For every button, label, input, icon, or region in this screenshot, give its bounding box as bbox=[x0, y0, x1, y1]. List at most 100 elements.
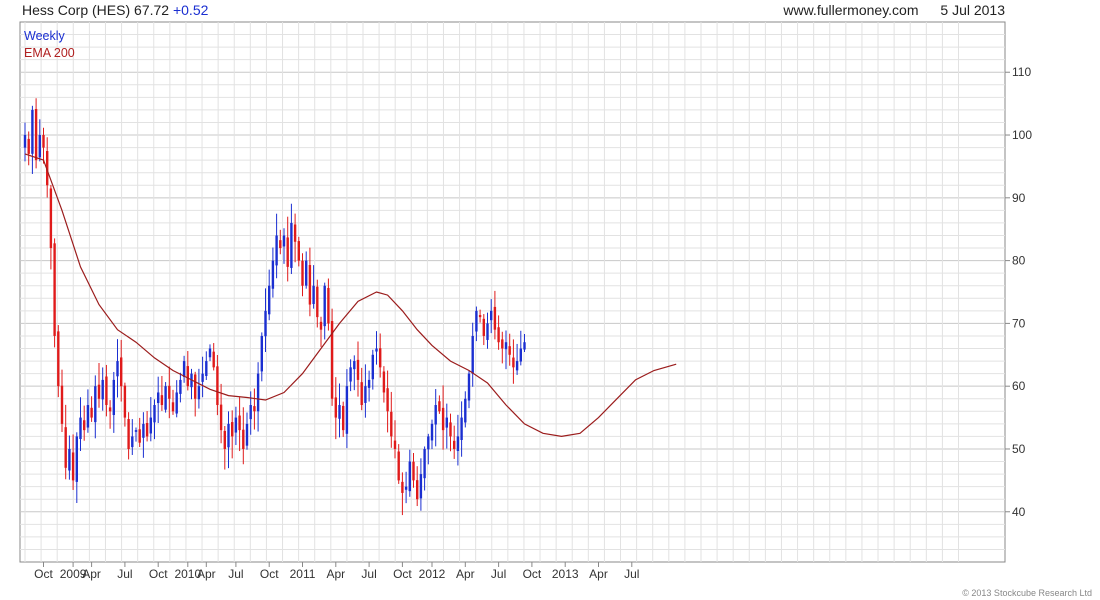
candle-body bbox=[493, 306, 497, 330]
x-tick-label: Jul bbox=[228, 567, 243, 581]
candle-body bbox=[38, 135, 41, 158]
candle-body bbox=[42, 135, 45, 148]
x-tick-label: Oct bbox=[34, 567, 53, 581]
candle-body bbox=[97, 384, 101, 399]
candle-body bbox=[23, 135, 27, 148]
candle-body bbox=[482, 318, 485, 336]
candle-body bbox=[101, 379, 104, 400]
candle-body bbox=[438, 401, 441, 412]
candle-body bbox=[515, 361, 519, 371]
candle-body bbox=[238, 415, 241, 431]
candle-body bbox=[353, 361, 356, 370]
y-tick-label: 110 bbox=[1012, 65, 1031, 79]
candle-body bbox=[71, 452, 75, 481]
candle-body bbox=[153, 405, 156, 423]
candle-body bbox=[404, 486, 408, 490]
candle-body bbox=[68, 448, 71, 471]
candle-body bbox=[201, 373, 204, 382]
candle-body bbox=[401, 481, 404, 493]
candle-body bbox=[216, 366, 219, 406]
candle-body bbox=[486, 323, 489, 340]
candle-body bbox=[360, 382, 363, 406]
candle-body bbox=[349, 367, 352, 382]
x-tick-label: Oct bbox=[523, 567, 542, 581]
x-tick-label: Apr bbox=[197, 567, 216, 581]
x-tick-label: Oct bbox=[393, 567, 412, 581]
y-tick-label: 60 bbox=[1012, 379, 1026, 393]
candle-body bbox=[60, 385, 64, 424]
candle-body bbox=[290, 222, 293, 268]
candle-body bbox=[105, 376, 108, 406]
candle-body bbox=[490, 310, 493, 321]
candle-body bbox=[393, 440, 397, 449]
candle-body bbox=[497, 327, 500, 343]
candle-body bbox=[79, 417, 82, 440]
candle-body bbox=[138, 429, 141, 443]
candle-body bbox=[116, 361, 119, 377]
candle-body bbox=[134, 430, 138, 432]
candle-body bbox=[231, 422, 234, 437]
x-tick-label: Jul bbox=[117, 567, 132, 581]
candle-body bbox=[205, 361, 208, 376]
candle-body bbox=[90, 407, 93, 418]
candle-body bbox=[268, 285, 271, 315]
candle-body bbox=[301, 260, 304, 286]
candle-body bbox=[449, 422, 452, 437]
candle-body bbox=[367, 379, 371, 388]
candle-body bbox=[316, 286, 319, 318]
x-tick-label: 2013 bbox=[552, 567, 579, 581]
candle-body bbox=[53, 243, 56, 336]
candle-body bbox=[256, 373, 260, 412]
y-tick-label: 100 bbox=[1012, 128, 1032, 142]
candle-body bbox=[441, 407, 445, 431]
candle-body bbox=[157, 392, 160, 404]
candle-body bbox=[419, 474, 423, 499]
y-tick-label: 80 bbox=[1012, 254, 1026, 268]
candle-body bbox=[223, 430, 226, 449]
candle-body bbox=[471, 335, 474, 374]
candle-body bbox=[430, 423, 434, 441]
candle-body bbox=[194, 374, 197, 399]
candle-body bbox=[293, 224, 297, 242]
candle-body bbox=[364, 386, 367, 403]
candle-body bbox=[34, 109, 38, 161]
candle-body bbox=[75, 436, 78, 482]
candle-body bbox=[227, 423, 230, 448]
x-tick-label: Apr bbox=[326, 567, 345, 581]
candle-body bbox=[297, 241, 300, 261]
candle-body bbox=[319, 321, 323, 330]
candle-body bbox=[264, 310, 267, 337]
x-tick-label: Oct bbox=[260, 567, 279, 581]
candle-body bbox=[64, 427, 67, 468]
candle-body bbox=[305, 260, 308, 286]
x-tick-label: Jul bbox=[624, 567, 639, 581]
candle-body bbox=[49, 188, 53, 249]
candle-body bbox=[338, 405, 341, 419]
candle-body bbox=[504, 342, 508, 350]
candle-body bbox=[142, 423, 145, 438]
candle-body bbox=[386, 388, 389, 412]
candle-body bbox=[175, 392, 178, 414]
candle-body bbox=[108, 407, 112, 412]
candle-body bbox=[453, 440, 456, 449]
candle-body bbox=[467, 373, 471, 401]
candle-body bbox=[260, 335, 263, 372]
candle-body bbox=[508, 346, 511, 355]
candle-body bbox=[327, 287, 330, 324]
candle-body bbox=[83, 420, 86, 431]
candle-body bbox=[427, 436, 430, 450]
candle-body bbox=[334, 397, 337, 418]
candle-body bbox=[164, 386, 167, 410]
candle-body bbox=[501, 339, 504, 349]
x-tick-label: Jul bbox=[491, 567, 506, 581]
candle-body bbox=[271, 260, 275, 289]
candle-body bbox=[286, 237, 289, 267]
x-tick-label: Apr bbox=[82, 567, 101, 581]
x-tick-label: Oct bbox=[149, 567, 168, 581]
candle-body bbox=[112, 379, 115, 416]
candle-body bbox=[171, 402, 175, 412]
candle-body bbox=[245, 423, 249, 446]
candle-body bbox=[323, 285, 326, 327]
candle-body bbox=[123, 385, 127, 418]
candle-body bbox=[127, 419, 130, 449]
